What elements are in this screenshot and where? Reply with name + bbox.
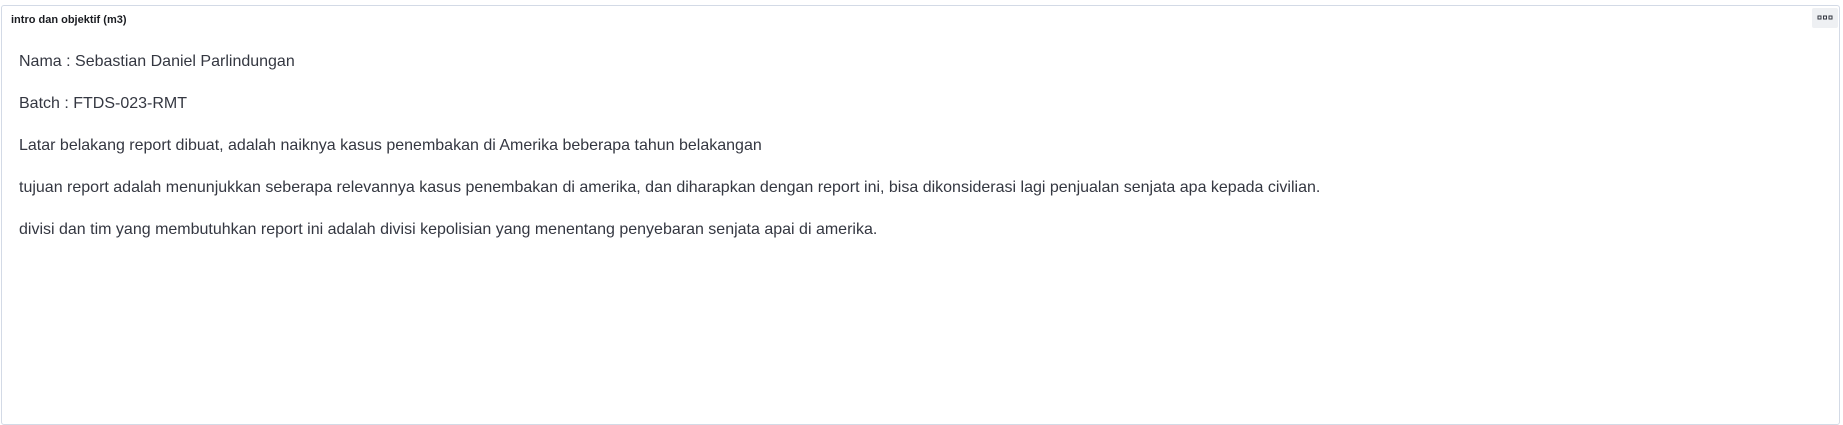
paragraph-divisi: divisi dan tim yang membutuhkan report i… bbox=[19, 221, 878, 238]
paragraph-nama: Nama : Sebastian Daniel Parlindungan bbox=[19, 53, 295, 70]
panel-title: intro dan objektif (m3) bbox=[11, 14, 127, 26]
paragraph-latar-belakang: Latar belakang report dibuat, adalah nai… bbox=[19, 137, 762, 154]
options-dots-icon bbox=[1817, 15, 1833, 20]
paragraph-batch: Batch : FTDS-023-RMT bbox=[19, 95, 188, 112]
panel-header: intro dan objektif (m3) bbox=[2, 6, 1839, 30]
markdown-panel: intro dan objektif (m3) Nama : Sebastian… bbox=[1, 5, 1840, 425]
panel-options-button[interactable] bbox=[1812, 8, 1838, 28]
paragraph-tujuan: tujuan report adalah menunjukkan seberap… bbox=[19, 179, 1321, 196]
